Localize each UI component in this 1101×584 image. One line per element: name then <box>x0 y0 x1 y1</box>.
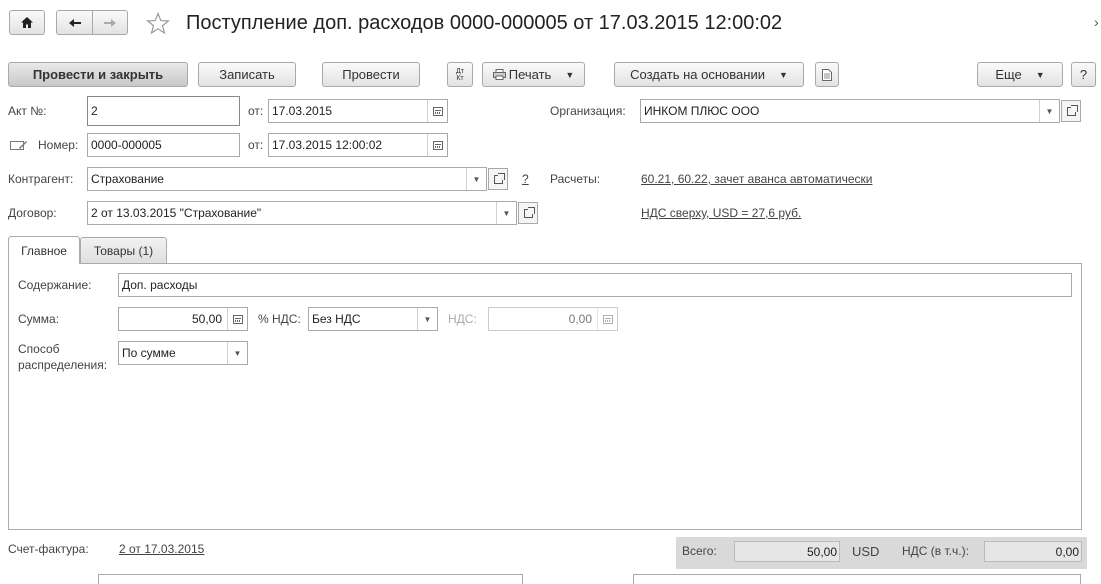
chevron-down-icon[interactable]: ▼ <box>417 308 437 330</box>
chevron-down-icon: ▼ <box>1035 69 1045 80</box>
vat-included-value: 0,00 <box>984 541 1082 562</box>
contractor-select[interactable]: Страхование ▼ <box>87 167 487 191</box>
open-contract-button[interactable] <box>518 202 538 224</box>
calculator-icon[interactable] <box>227 308 247 330</box>
contract-select[interactable]: 2 от 13.03.2015 "Страхование" ▼ <box>87 201 517 225</box>
contractor-help-link[interactable]: ? <box>522 172 529 186</box>
arrow-left-icon <box>68 18 81 27</box>
organization-select[interactable]: ИНКОМ ПЛЮС ООО ▼ <box>640 99 1060 123</box>
save-button[interactable]: Записать <box>198 62 296 87</box>
number-input[interactable]: 0000-000005 <box>87 133 240 157</box>
arrow-right-icon <box>104 18 116 27</box>
vat-settings-link[interactable]: НДС сверху, USD = 27,6 руб. <box>641 206 801 220</box>
document-icon <box>822 68 832 81</box>
sum-input[interactable]: 50,00 <box>118 307 248 331</box>
calendar-icon[interactable] <box>427 134 447 156</box>
content-label: Содержание: <box>18 278 92 292</box>
open-contractor-button[interactable] <box>488 168 508 190</box>
vat-input: 0,00 <box>488 307 618 331</box>
dt-kt-icon: Дт Кт <box>456 67 464 82</box>
chevron-down-icon[interactable]: ▼ <box>1039 100 1059 122</box>
tab-goods[interactable]: Товары (1) <box>80 237 167 264</box>
more-nav-icon[interactable]: › <box>1094 14 1099 30</box>
document-button[interactable] <box>815 62 839 87</box>
act-date-label: от: <box>248 104 264 118</box>
contractor-label: Контрагент: <box>8 172 74 186</box>
total-label: Всего: <box>682 544 717 558</box>
act-number-input[interactable]: 2 <box>87 96 240 126</box>
home-icon <box>21 17 33 28</box>
create-based-on-button[interactable]: Создать на основании ▼ <box>614 62 804 87</box>
act-date-input[interactable]: 17.03.2015 <box>268 99 448 123</box>
chevron-down-icon: ▼ <box>565 69 575 80</box>
open-icon <box>523 206 535 218</box>
open-icon <box>1066 104 1078 116</box>
currency-label: USD <box>852 544 880 559</box>
contract-label: Договор: <box>8 206 57 220</box>
settlements-link[interactable]: 60.21, 60.22, зачет аванса автоматически <box>641 172 872 186</box>
tab-main[interactable]: Главное <box>8 236 80 264</box>
dt-kt-button[interactable]: Дт Кт <box>447 62 473 87</box>
act-number-label: Акт №: <box>8 104 47 118</box>
settlements-label: Расчеты: <box>550 172 601 186</box>
chevron-down-icon: ▼ <box>778 69 788 80</box>
chevron-down-icon[interactable]: ▼ <box>227 342 247 364</box>
chevron-down-icon[interactable]: ▼ <box>496 202 516 224</box>
bottom-field-right[interactable] <box>633 574 1081 584</box>
main-panel <box>8 263 1082 530</box>
open-organization-button[interactable] <box>1061 100 1081 122</box>
printer-icon <box>492 69 506 80</box>
content-input[interactable]: Доп. расходы <box>118 273 1072 297</box>
home-button[interactable] <box>9 10 45 35</box>
bottom-field-left[interactable] <box>98 574 523 584</box>
forward-button[interactable] <box>92 10 128 35</box>
vat-label: НДС: <box>448 312 477 326</box>
sum-label: Сумма: <box>18 312 60 326</box>
number-date-label: от: <box>248 138 264 152</box>
invoice-link[interactable]: 2 от 17.03.2015 <box>119 542 204 556</box>
chevron-down-icon[interactable]: ▼ <box>466 168 486 190</box>
print-button[interactable]: Печать ▼ <box>482 62 585 87</box>
edit-number-icon[interactable] <box>10 139 28 152</box>
calculator-icon <box>597 308 617 330</box>
favorite-star-icon[interactable] <box>146 12 170 35</box>
post-and-close-button[interactable]: Провести и закрыть <box>8 62 188 87</box>
back-button[interactable] <box>56 10 93 35</box>
number-label: Номер: <box>38 138 79 152</box>
organization-label: Организация: <box>550 104 626 118</box>
more-button[interactable]: Еще ▼ <box>977 62 1063 87</box>
invoice-label: Счет-фактура: <box>8 542 89 556</box>
post-button[interactable]: Провести <box>322 62 420 87</box>
number-date-input[interactable]: 17.03.2015 12:00:02 <box>268 133 448 157</box>
distribution-select[interactable]: По сумме ▼ <box>118 341 248 365</box>
distribution-label-line1: Способ <box>18 342 60 356</box>
total-value: 50,00 <box>734 541 840 562</box>
calendar-icon[interactable] <box>427 100 447 122</box>
open-icon <box>493 172 505 184</box>
vat-rate-select[interactable]: Без НДС ▼ <box>308 307 438 331</box>
help-button[interactable]: ? <box>1071 62 1096 87</box>
vat-included-label: НДС (в т.ч.): <box>902 544 969 558</box>
vat-rate-label: % НДС: <box>258 312 301 326</box>
distribution-label-line2: распределения: <box>18 358 108 372</box>
page-title: Поступление доп. расходов 0000-000005 от… <box>186 12 783 34</box>
